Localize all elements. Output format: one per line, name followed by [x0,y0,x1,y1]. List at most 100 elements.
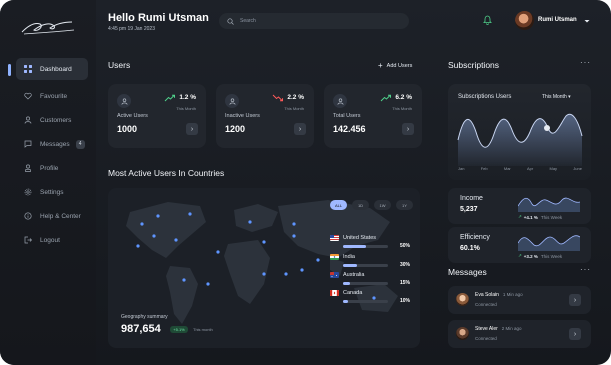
more-options-icon[interactable]: ··· [580,58,591,67]
filter-all[interactable]: ALL [330,200,347,210]
logout-icon [24,236,32,244]
metric-change: ↗ +3.2 % This Week [518,253,562,259]
metric-change: ↗ +4.1 % This Week [518,214,562,220]
signature-logo [21,21,75,35]
filter-1y[interactable]: 1Y [396,200,413,210]
country-progress-fill [343,300,348,303]
metric-change-value: +3.2 % [523,253,538,259]
income-metric-card: Income 5,237 ↗ +4.1 % This Week [448,188,591,224]
country-name: Canada [343,290,363,296]
metric-period: This Week [540,253,563,259]
filter-1w[interactable]: 1W [374,200,391,210]
metric-period: This Week [540,214,563,220]
sidebar: Dashboard Favourite Customers Messages 4… [0,0,96,365]
filter-1d[interactable]: 1D [352,200,369,210]
world-map-panel: ALL 1D 1W 1Y United States 50% India 30%… [108,188,420,348]
sidebar-item-help-center[interactable]: Help & Center [0,204,96,228]
more-options-icon[interactable]: ··· [580,265,591,274]
country-percent: 10% [399,298,410,304]
sidebar-item-profile[interactable]: Profile [0,156,96,180]
country-row-australia: Australia 15% [330,272,410,292]
month-axis: Jan Feb Mar Apr May June [458,166,582,171]
gear-icon [24,188,32,196]
messages-section-title: Messages [448,267,487,277]
search-icon [227,17,234,25]
user-avatar[interactable] [515,11,534,30]
sidebar-item-settings[interactable]: Settings [0,180,96,204]
metric-label: Efficiency [460,234,490,241]
subscriptions-chart-panel: Subscriptions Users This Month ▾ Jan Feb… [448,84,591,180]
sender-name: Steve Aler [475,326,498,332]
month-label: Mar [503,166,511,171]
efficiency-metric-card: Efficiency 60.1% ↗ +3.2 % This Week [448,227,591,263]
users-icon [333,94,347,108]
month-label: June [573,166,582,171]
chevron-right-icon[interactable]: › [402,123,414,135]
message-item[interactable]: Eva Solain 1 Min ago Connected › [448,286,591,314]
change-percent: 6.2 % [395,94,412,101]
country-row-united-states: United States 50% [330,235,410,255]
country-progress-bar [343,282,388,285]
users-icon [117,94,131,108]
search-placeholder: Search [240,18,256,24]
info-icon [24,212,32,220]
plus-icon: + [378,61,383,70]
card-value: 142.456 [333,124,366,134]
sidebar-nav: Dashboard Favourite Customers Messages 4… [0,56,96,252]
country-progress-bar [343,300,388,303]
trend-down-icon [272,94,283,102]
country-percent: 15% [399,280,410,286]
subscriptions-area [458,114,582,166]
sender-status: Connected [475,302,497,307]
notification-bell-icon[interactable] [480,12,494,28]
sidebar-item-label: Help & Center [40,212,81,220]
message-time: 1 Min ago [502,292,523,297]
chevron-down-icon[interactable] [583,17,591,25]
income-sparkline [518,197,580,212]
time-filter-group: ALL 1D 1W 1Y [330,200,413,210]
sidebar-item-logout[interactable]: Logout [0,228,96,252]
sidebar-item-messages[interactable]: Messages 4 [0,132,96,156]
country-percent: 50% [399,243,410,249]
chevron-right-icon[interactable]: › [294,123,306,135]
sender-status: Connected [475,336,497,341]
caret-down-icon: ▾ [568,94,571,100]
metric-change-value: +4.1 % [523,214,538,220]
country-row-india: India 30% [330,254,410,274]
sidebar-item-label: Favourite [40,92,68,100]
user-icon [24,116,32,124]
search-input[interactable]: Search [219,13,409,29]
change-period: This Month [284,106,304,111]
dashboard-app: Dashboard Favourite Customers Messages 4… [0,0,611,365]
canada-flag-icon [330,290,339,296]
sender-avatar [456,327,469,340]
period-label: This Month [542,94,567,100]
country-row-canada: Canada 10% [330,290,410,310]
geography-period: This month [193,327,213,332]
sender-line: Steve Aler 2 Min ago [475,326,522,332]
sidebar-item-label: Settings [40,188,64,196]
geography-total: 987,654 [121,323,161,335]
country-progress-fill [343,264,357,267]
country-progress-fill [343,245,366,248]
countries-section-title: Most Active Users In Countries [108,168,225,178]
chevron-right-icon[interactable]: › [569,294,581,306]
current-datetime: 4:45 pm 19 Jan 2023 [108,26,155,32]
country-progress-bar [343,245,388,248]
subscriptions-area-chart [457,113,583,166]
subscriptions-marker [544,125,550,131]
chevron-right-icon[interactable]: › [186,123,198,135]
period-selector[interactable]: This Month ▾ [542,94,571,100]
add-users-button[interactable]: + Add Users [378,61,412,70]
month-label: Jan [458,166,465,171]
chevron-right-icon[interactable]: › [569,328,581,340]
user-name: Rumi Utsman [538,17,577,23]
sidebar-item-label: Messages [40,140,70,148]
trend-up-icon [164,94,175,102]
sidebar-item-favourite[interactable]: Favourite [0,84,96,108]
country-name: United States [343,235,377,241]
sidebar-item-customers[interactable]: Customers [0,108,96,132]
message-item[interactable]: Steve Aler 2 Min ago Connected › [448,320,591,348]
chat-icon [24,140,32,148]
sidebar-item-dashboard[interactable]: Dashboard [16,58,88,80]
